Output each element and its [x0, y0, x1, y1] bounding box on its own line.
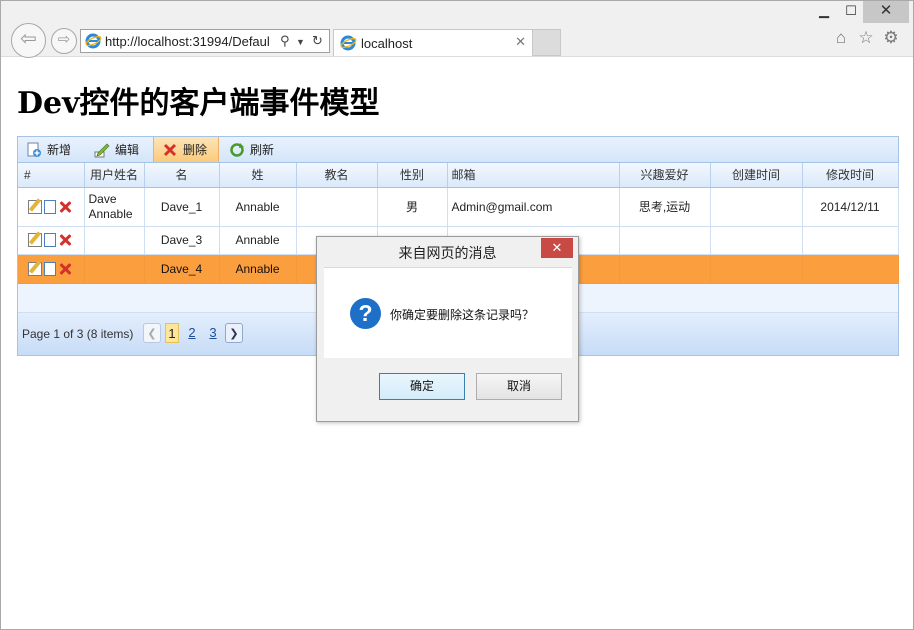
- dialog-titlebar[interactable]: 来自网页的消息 ✕: [317, 237, 578, 266]
- tab-title: localhost: [361, 36, 413, 51]
- favorites-star-icon[interactable]: ☆: [856, 28, 876, 48]
- pager-summary: Page 1 of 3 (8 items): [22, 326, 134, 341]
- col-header[interactable]: 姓: [219, 163, 297, 188]
- edit-label: 编辑: [115, 143, 140, 157]
- row-delete-icon[interactable]: [58, 200, 72, 214]
- row-copy-icon[interactable]: [44, 199, 56, 214]
- edit-button[interactable]: 编辑: [86, 137, 152, 162]
- cell-created: [710, 226, 803, 255]
- page-link-3[interactable]: 3: [206, 323, 220, 343]
- confirm-dialog: 来自网页的消息 ✕ ? 你确定要删除这条记录吗？ 确定 取消: [316, 236, 579, 422]
- cell-first-name: Dave_3: [144, 226, 220, 255]
- refresh-icon: [230, 142, 244, 157]
- col-header[interactable]: 用户姓名: [84, 163, 145, 188]
- cell-first-name: Dave_4: [144, 254, 220, 284]
- dialog-title: 来自网页的消息: [398, 245, 497, 261]
- row-delete-icon[interactable]: [58, 233, 72, 247]
- cell-gender: 男: [377, 187, 448, 227]
- back-arrow-icon: ⇦: [20, 28, 37, 50]
- cell-modified: 2014/12/11: [802, 187, 899, 227]
- ie-tab-icon: [340, 35, 357, 51]
- back-button[interactable]: ⇦: [11, 23, 46, 58]
- new-tab-button[interactable]: [533, 29, 561, 56]
- browser-chrome: ▁ ☐ ✕ ⇦ ⇨ http://localhost:31994/Defaul …: [1, 1, 913, 58]
- new-label: 新增: [47, 143, 72, 157]
- cell-hobby: 思考,运动: [619, 187, 711, 227]
- maximize-button[interactable]: ☐: [839, 1, 863, 23]
- dialog-body: ? 你确定要删除这条记录吗？: [324, 267, 572, 358]
- cell-last-name: Annable: [219, 254, 297, 284]
- col-header[interactable]: 修改时间: [802, 163, 899, 188]
- cell-first-name: Dave_1: [144, 187, 220, 227]
- next-page-icon[interactable]: ❯: [225, 322, 243, 343]
- refresh-page-icon[interactable]: ↻: [312, 33, 323, 49]
- cell-modified: [802, 254, 899, 284]
- address-url[interactable]: http://localhost:31994/Defaul: [105, 34, 275, 50]
- cell-user-name: Dave Annable: [84, 187, 145, 227]
- row-delete-icon[interactable]: [58, 262, 72, 276]
- browser-tab[interactable]: localhost ✕: [333, 29, 533, 56]
- question-icon: ?: [350, 298, 381, 329]
- grid-toolbar: 新增 编辑 删除 刷新: [18, 137, 898, 163]
- new-button[interactable]: 新增: [18, 137, 84, 162]
- refresh-label: 刷新: [250, 143, 275, 157]
- row-edit-icon[interactable]: [28, 199, 42, 214]
- row-copy-icon[interactable]: [44, 233, 56, 247]
- col-header[interactable]: 邮箱: [447, 163, 620, 188]
- ie-logo-icon: [85, 33, 102, 49]
- cell-last-name: Annable: [219, 187, 297, 227]
- cell-user-name: [84, 226, 145, 255]
- search-icon[interactable]: ⚲: [280, 33, 290, 49]
- col-header[interactable]: #: [18, 163, 85, 188]
- forward-arrow-icon: ⇨: [57, 31, 71, 48]
- row-actions: [18, 187, 85, 227]
- minimize-button[interactable]: ▁: [811, 1, 837, 23]
- add-document-icon: [27, 142, 41, 157]
- row-copy-icon[interactable]: [44, 261, 56, 276]
- page-current[interactable]: 1: [165, 322, 179, 343]
- dropdown-icon[interactable]: ▼: [296, 37, 305, 47]
- row-actions: [18, 254, 85, 284]
- forward-button[interactable]: ⇨: [51, 28, 77, 54]
- settings-gear-icon[interactable]: ⚙: [881, 28, 901, 48]
- edit-pencil-icon: [94, 143, 110, 157]
- home-icon[interactable]: ⌂: [831, 28, 851, 48]
- delete-button[interactable]: 删除: [153, 137, 219, 162]
- page-link-2[interactable]: 2: [185, 323, 199, 343]
- header-row: # 用户姓名 名 姓 教名 性别 邮箱 兴趣爱好 创建时间 修改时间: [18, 163, 899, 188]
- address-bar[interactable]: http://localhost:31994/Defaul ⚲ ▼ ↻: [80, 29, 330, 53]
- row-edit-icon[interactable]: [28, 233, 42, 247]
- prev-page-icon[interactable]: ❮: [143, 322, 161, 343]
- cell-hobby: [619, 226, 711, 255]
- col-header[interactable]: 性别: [377, 163, 448, 188]
- cell-email: Admin@gmail.com: [447, 187, 620, 227]
- refresh-button[interactable]: 刷新: [221, 137, 287, 162]
- cell-hobby: [619, 254, 711, 284]
- dialog-message: 你确定要删除这条记录吗？: [390, 308, 535, 322]
- row-actions: [18, 226, 85, 255]
- delete-x-icon: [163, 143, 177, 156]
- row-edit-icon[interactable]: [28, 261, 42, 276]
- cell-modified: [802, 226, 899, 255]
- ok-button[interactable]: 确定: [379, 373, 465, 400]
- col-header[interactable]: 兴趣爱好: [619, 163, 711, 188]
- col-header[interactable]: 教名: [296, 163, 378, 188]
- page-title: Dev控件的客户端事件模型: [17, 86, 380, 121]
- cancel-button[interactable]: 取消: [476, 373, 562, 400]
- cell-created: [710, 187, 803, 227]
- table-row[interactable]: Dave Annable Dave_1 Annable 男 Admin@gmai…: [18, 187, 899, 227]
- col-header[interactable]: 创建时间: [710, 163, 803, 188]
- tab-close-icon[interactable]: ✕: [515, 34, 526, 50]
- browser-window: ▁ ☐ ✕ ⇦ ⇨ http://localhost:31994/Defaul …: [0, 0, 914, 630]
- col-header[interactable]: 名: [144, 163, 220, 188]
- cell-christian-name: [296, 187, 378, 227]
- dialog-close-button[interactable]: ✕: [541, 238, 573, 258]
- window-close-button[interactable]: ✕: [863, 1, 909, 23]
- cell-user-name: [84, 254, 145, 284]
- cell-created: [710, 254, 803, 284]
- delete-label: 删除: [183, 143, 208, 157]
- cell-last-name: Annable: [219, 226, 297, 255]
